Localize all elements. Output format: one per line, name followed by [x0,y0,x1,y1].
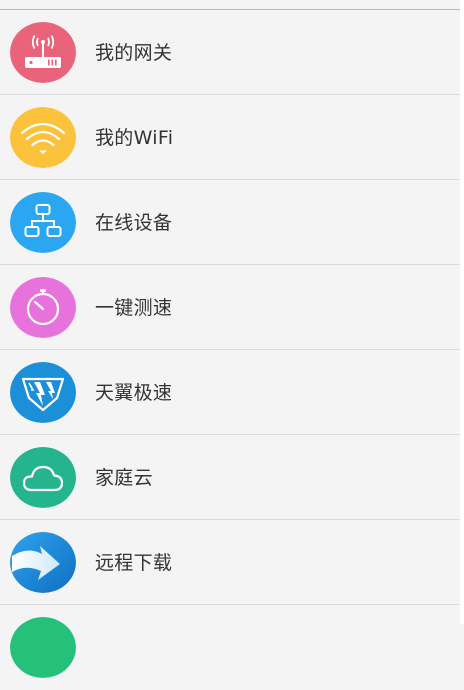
menu-item-online-devices[interactable]: 在线设备 [0,180,460,265]
menu-item-label: 我的WiFi [95,126,174,149]
menu-item-my-wifi[interactable]: 我的WiFi [0,95,460,180]
menu-item-label: 在线设备 [95,211,173,234]
menu-item-label: 天翼极速 [95,381,173,404]
tianyi-speed-icon [10,362,76,423]
menu-item-my-gateway[interactable]: 我的网关 [0,10,460,95]
menu-item-family-cloud[interactable]: 家庭云 [0,435,460,520]
right-edge [460,0,464,624]
router-icon [10,22,76,83]
partial-icon [10,617,76,678]
remote-download-icon [10,532,76,593]
network-devices-icon [10,192,76,253]
menu-item-label: 远程下载 [95,551,173,574]
feature-menu-list: 我的网关 我的WiFi 在线设备 一键测速 天翼极速 家庭云 远程下载 [0,10,460,690]
menu-item-label: 家庭云 [95,466,153,489]
menu-item-speed-test[interactable]: 一键测速 [0,265,460,350]
menu-item-remote-download[interactable]: 远程下载 [0,520,460,605]
wifi-icon [10,107,76,168]
speed-test-icon [10,277,76,338]
cloud-icon [10,447,76,508]
menu-item-label: 我的网关 [95,41,173,64]
menu-item-label: 一键测速 [95,296,173,319]
menu-item-partial[interactable] [0,605,460,690]
menu-item-tianyi-speed[interactable]: 天翼极速 [0,350,460,435]
